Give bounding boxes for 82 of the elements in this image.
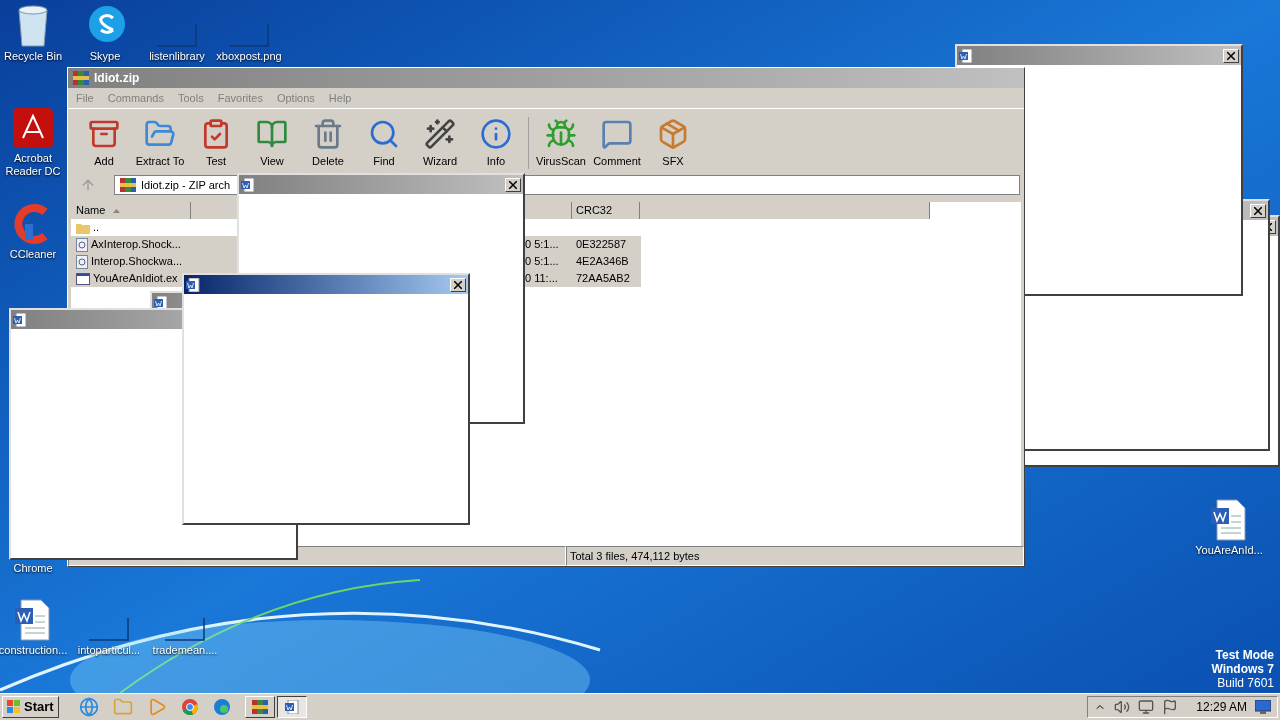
- close-icon: [454, 280, 462, 289]
- modified-cell-text: 0 11:...: [525, 271, 559, 287]
- desktop-icon-label[interactable]: CCleaner: [9, 248, 57, 261]
- blank-file-icon: [165, 618, 205, 642]
- gear-file-icon: [76, 254, 88, 269]
- column-header[interactable]: Name: [71, 202, 191, 219]
- status-text: Total 3 files, 474,112 bytes: [566, 546, 1024, 566]
- windows-logo-icon: [7, 700, 21, 714]
- toolbar-button[interactable]: Add: [76, 117, 132, 169]
- toolbar-button[interactable]: SFX: [645, 117, 701, 169]
- trash-icon: [312, 117, 344, 150]
- winrar-icon: [119, 177, 137, 193]
- word-window-icon: [959, 48, 973, 63]
- blank-file-icon: [89, 618, 129, 642]
- file-name: Interop.Shockwa...: [91, 254, 183, 270]
- package-icon: [657, 117, 689, 150]
- desktop-icon-label[interactable]: Acrobat Reader DC: [0, 152, 66, 178]
- close-button[interactable]: [1223, 48, 1239, 63]
- crc-cell-text: 72AA5AB2: [575, 271, 631, 287]
- word-window-icon: [284, 700, 299, 714]
- winrar-icon: [72, 70, 90, 86]
- file-row[interactable]: ..: [71, 219, 641, 236]
- close-button[interactable]: [505, 177, 521, 192]
- acrobat-icon: [11, 106, 55, 150]
- info-icon: [480, 117, 512, 150]
- close-icon: [509, 180, 517, 189]
- column-header[interactable]: CRC32: [572, 202, 640, 219]
- blank-file-icon: [229, 24, 269, 48]
- clock[interactable]: 12:29 AM: [1196, 698, 1247, 716]
- crc-cell-text: 4E2A346B: [575, 254, 630, 270]
- os-notice-text: Build 7601: [1217, 676, 1274, 690]
- flag-icon[interactable]: [1162, 699, 1179, 715]
- os-notice-text: Test Mode: [1215, 648, 1274, 662]
- word-window-icon: [13, 312, 27, 327]
- toolbar-button[interactable]: Extract To: [132, 117, 188, 169]
- network-icon[interactable]: [1138, 699, 1155, 715]
- os-notice-text: Windows 7: [1211, 662, 1274, 676]
- word-window-icon: [241, 177, 255, 192]
- winrar-icon: [250, 699, 269, 715]
- window-title: Idiot.zip: [94, 70, 140, 87]
- magic-wand-icon: [424, 117, 456, 150]
- show-desktop-icon[interactable]: [1255, 700, 1271, 714]
- toolbar-button[interactable]: Wizard: [412, 117, 468, 169]
- folder-icon: [76, 221, 90, 234]
- file-name: YouAreAnIdiot.ex: [93, 271, 178, 287]
- desktop-icon-label[interactable]: construction...: [0, 644, 68, 657]
- sort-arrow-icon: [113, 208, 121, 213]
- taskbar-button[interactable]: [276, 696, 307, 718]
- blank-file-icon: [157, 24, 197, 48]
- toolbar-button[interactable]: Delete: [300, 117, 356, 169]
- program-icon: [76, 272, 90, 285]
- gear-file-icon: [76, 237, 88, 252]
- column-header[interactable]: [525, 202, 572, 219]
- crc-cell-text: 0E322587: [575, 237, 628, 253]
- toolbar-button[interactable]: Test: [188, 117, 244, 169]
- toolbar-button[interactable]: Comment: [589, 117, 645, 169]
- modified-cell-text: 0 5:1...: [525, 254, 560, 270]
- toolbar-button[interactable]: VirusScan: [533, 117, 589, 169]
- desktop-icon-label[interactable]: Skype: [89, 50, 121, 63]
- word-window-icon: [186, 277, 200, 292]
- desktop-icon-label[interactable]: Recycle Bin: [3, 50, 63, 63]
- desktop-icon-label[interactable]: YouAreAnId...: [1195, 544, 1263, 557]
- start-button[interactable]: Start: [2, 696, 59, 718]
- bug-icon: [545, 117, 577, 150]
- toolbar-button[interactable]: Find: [356, 117, 412, 169]
- edge-icon[interactable]: [212, 698, 231, 716]
- word-document-icon: [1209, 498, 1249, 542]
- close-button[interactable]: [1250, 203, 1266, 218]
- toolbar-button[interactable]: View: [244, 117, 300, 169]
- file-name: ..: [93, 220, 100, 236]
- close-button[interactable]: [450, 277, 466, 292]
- desktop-icon-label[interactable]: xboxpost.png: [216, 50, 282, 63]
- desktop-icon-label[interactable]: Chrome: [13, 562, 53, 575]
- close-icon: [1254, 206, 1262, 215]
- modified-cell-text: 0 5:1...: [525, 237, 560, 253]
- file-name: AxInterop.Shock...: [91, 237, 181, 253]
- desktop-icon-label[interactable]: listenlibrary: [149, 50, 205, 63]
- toolbar-button[interactable]: Info: [468, 117, 524, 169]
- chrome-icon[interactable]: [180, 698, 199, 716]
- close-icon: [1227, 51, 1235, 60]
- volume-icon[interactable]: [1114, 699, 1131, 715]
- word-document-icon: [13, 598, 53, 642]
